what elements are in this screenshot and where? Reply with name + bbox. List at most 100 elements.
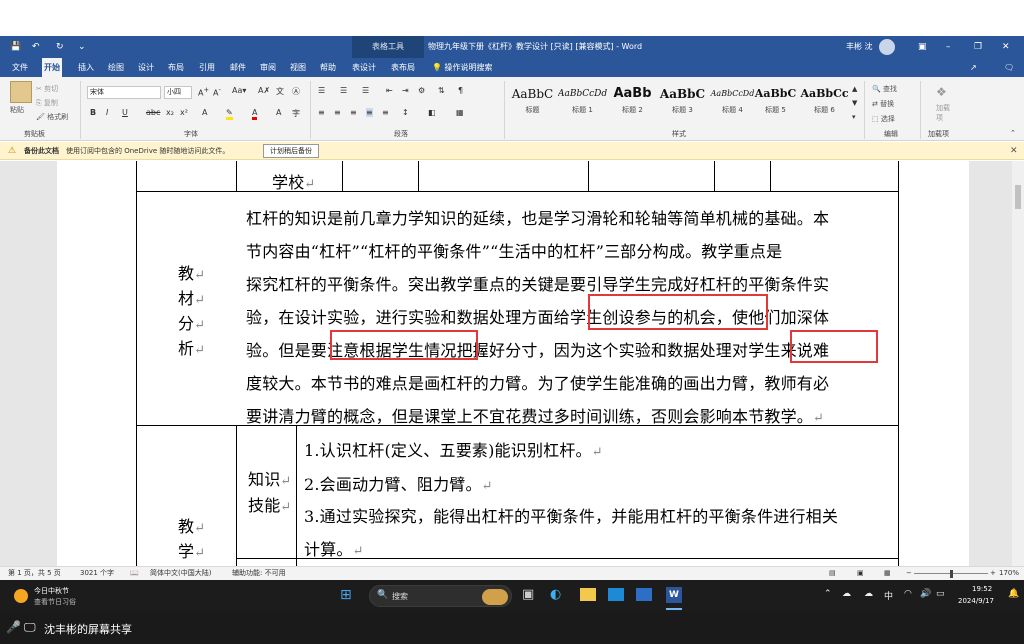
style-heading-6[interactable]: AaBbCc 标题 6 — [800, 83, 849, 123]
mail-icon[interactable] — [608, 588, 624, 601]
align-left-icon[interactable]: ≡ — [318, 108, 325, 117]
tab-layout[interactable]: 布局 — [166, 58, 186, 77]
subscript-icon[interactable]: x₂ — [166, 108, 174, 117]
zoom-slider-thumb[interactable] — [950, 570, 953, 578]
font-size-dropdown[interactable]: 小四 — [164, 86, 192, 99]
find-button[interactable]: 🔍 查找 — [872, 84, 897, 94]
edge-icon[interactable]: ◐ — [550, 587, 561, 602]
tab-review[interactable]: 审阅 — [258, 58, 278, 77]
paste-button[interactable]: 粘贴 — [10, 105, 24, 115]
bold-icon[interactable]: B — [90, 108, 96, 117]
style-heading-3[interactable]: AaBbC 标题 3 — [658, 83, 707, 123]
decrease-indent-icon[interactable]: ⇤ — [386, 86, 393, 95]
task-view-icon[interactable]: ▣ — [522, 587, 534, 602]
align-center-icon[interactable]: ≡ — [334, 108, 341, 117]
language-status[interactable]: 简体中文(中国大陆) — [150, 567, 211, 580]
scrollbar-thumb[interactable] — [1015, 185, 1021, 209]
style-heading-5[interactable]: AaBbC 标题 5 — [751, 83, 800, 123]
widget-subtitle[interactable]: 查看节日习俗 — [34, 597, 76, 607]
char-shading-icon[interactable]: A — [276, 108, 281, 117]
volume-icon[interactable]: 🔊 — [920, 589, 931, 599]
user-name[interactable]: 丰彬 沈 — [846, 36, 873, 58]
web-layout-icon[interactable]: ▦ — [884, 567, 891, 580]
tab-draw[interactable]: 绘图 — [106, 58, 126, 77]
tab-references[interactable]: 引用 — [197, 58, 217, 77]
grow-font-icon[interactable]: A+ — [198, 86, 209, 98]
numbering-icon[interactable]: ☰ — [340, 86, 347, 95]
add-ins-button[interactable]: 加载项 — [936, 103, 950, 123]
undo-icon[interactable]: ↶ — [32, 36, 40, 58]
strikethrough-icon[interactable]: abc — [146, 108, 160, 117]
zoom-out-icon[interactable]: − — [906, 567, 912, 580]
tab-table-layout[interactable]: 表布局 — [389, 58, 417, 77]
italic-icon[interactable]: I — [106, 108, 108, 117]
change-case-icon[interactable]: Aa▾ — [232, 86, 246, 95]
superscript-icon[interactable]: x² — [180, 108, 188, 117]
objective-item[interactable]: 2.会画动力臂、阻力臂。↵ — [304, 471, 493, 495]
onedrive-icon[interactable]: ☁ — [864, 589, 873, 599]
font-color-icon[interactable]: A — [252, 108, 258, 120]
tab-design[interactable]: 设计 — [136, 58, 156, 77]
copy-button[interactable]: ⎘ 复制 — [36, 98, 58, 108]
print-layout-icon[interactable]: ▣ — [857, 567, 864, 580]
borders-icon[interactable]: ▦ — [456, 108, 464, 117]
schedule-backup-button[interactable]: 计划稍后备份 — [263, 144, 319, 158]
distributed-icon[interactable]: ≡ — [382, 108, 389, 117]
underline-icon[interactable]: U — [122, 108, 128, 117]
redo-icon[interactable]: ↻ — [56, 36, 64, 58]
clock-time[interactable]: 19:52 — [972, 585, 992, 593]
add-ins-icon[interactable]: ❖ — [936, 85, 947, 99]
share-icon[interactable]: ↗ — [968, 58, 979, 77]
weather-icon[interactable] — [14, 589, 28, 603]
taskbar-search[interactable]: 🔍 搜索 — [369, 585, 512, 607]
ime-indicator[interactable]: 中 — [884, 589, 893, 602]
format-painter-button[interactable]: 🖌 格式刷 — [36, 112, 68, 122]
cut-button[interactable]: ✂ 剪切 — [36, 84, 58, 94]
phonetic-guide-icon[interactable]: 文 — [276, 86, 284, 97]
tab-insert[interactable]: 插入 — [76, 58, 96, 77]
font-name-dropdown[interactable]: 宋体 — [87, 86, 161, 99]
file-explorer-icon[interactable] — [580, 588, 596, 601]
wifi-icon[interactable]: ◠ — [904, 589, 912, 599]
tab-mailings[interactable]: 邮件 — [228, 58, 248, 77]
clear-formatting-icon[interactable]: A✗ — [258, 86, 270, 95]
save-icon[interactable]: 💾 — [10, 36, 21, 58]
paste-icon[interactable] — [10, 81, 32, 103]
styles-scroll-down-icon[interactable]: ▼ — [852, 99, 857, 107]
style-heading-2[interactable]: AaBb 标题 2 — [608, 83, 657, 123]
clock-date[interactable]: 2024/9/17 — [958, 597, 994, 605]
style-heading-1[interactable]: AaBbCcDd 标题 1 — [558, 83, 607, 123]
shading-icon[interactable]: ◧ — [428, 108, 436, 117]
zoom-level[interactable]: 170% — [999, 567, 1019, 580]
select-button[interactable]: ⬚ 选择 — [872, 114, 895, 124]
vertical-scrollbar[interactable] — [1012, 161, 1024, 566]
zoom-in-icon[interactable]: + — [990, 567, 996, 580]
tab-table-design[interactable]: 表设计 — [350, 58, 378, 77]
notification-icon[interactable]: 🔔 — [1008, 589, 1019, 599]
start-icon[interactable]: ⊞ — [340, 587, 352, 603]
justify-icon[interactable]: ≡ — [366, 108, 373, 117]
close-icon[interactable]: ✕ — [1002, 36, 1010, 58]
tab-view[interactable]: 视图 — [288, 58, 308, 77]
collapse-ribbon-icon[interactable]: ⌃ — [1010, 129, 1016, 137]
align-right-icon[interactable]: ≡ — [350, 108, 357, 117]
objective-item[interactable]: 1.认识杠杆(定义、五要素)能识别杠杆。↵ — [304, 437, 603, 461]
show-hidden-icons[interactable]: ⌃ — [824, 589, 832, 599]
photos-icon[interactable] — [636, 588, 652, 601]
styles-scroll-up-icon[interactable]: ▲ — [852, 85, 857, 93]
highlight-icon[interactable]: ✎ — [226, 108, 233, 120]
school-cell[interactable]: 学校↵ — [272, 169, 316, 193]
word-count[interactable]: 3021 个字 — [80, 567, 114, 580]
tab-home[interactable]: 开始 — [42, 58, 62, 77]
customize-toolbar-icon[interactable]: ⌄ — [78, 36, 86, 58]
style-title[interactable]: AaBbC 标题 — [508, 83, 557, 123]
accessibility-status[interactable]: 辅助功能: 不可用 — [232, 567, 286, 580]
text-effects-icon[interactable]: A — [202, 108, 207, 117]
tab-help[interactable]: 帮助 — [318, 58, 338, 77]
maximize-icon[interactable]: ❐ — [974, 36, 982, 58]
close-message-icon[interactable]: ✕ — [1010, 142, 1018, 160]
minimize-icon[interactable]: – — [946, 36, 951, 58]
char-border-icon[interactable]: Ⓐ — [292, 86, 300, 97]
show-marks-icon[interactable]: ¶ — [458, 86, 463, 95]
widget-title[interactable]: 今日中秋节 — [34, 586, 69, 596]
